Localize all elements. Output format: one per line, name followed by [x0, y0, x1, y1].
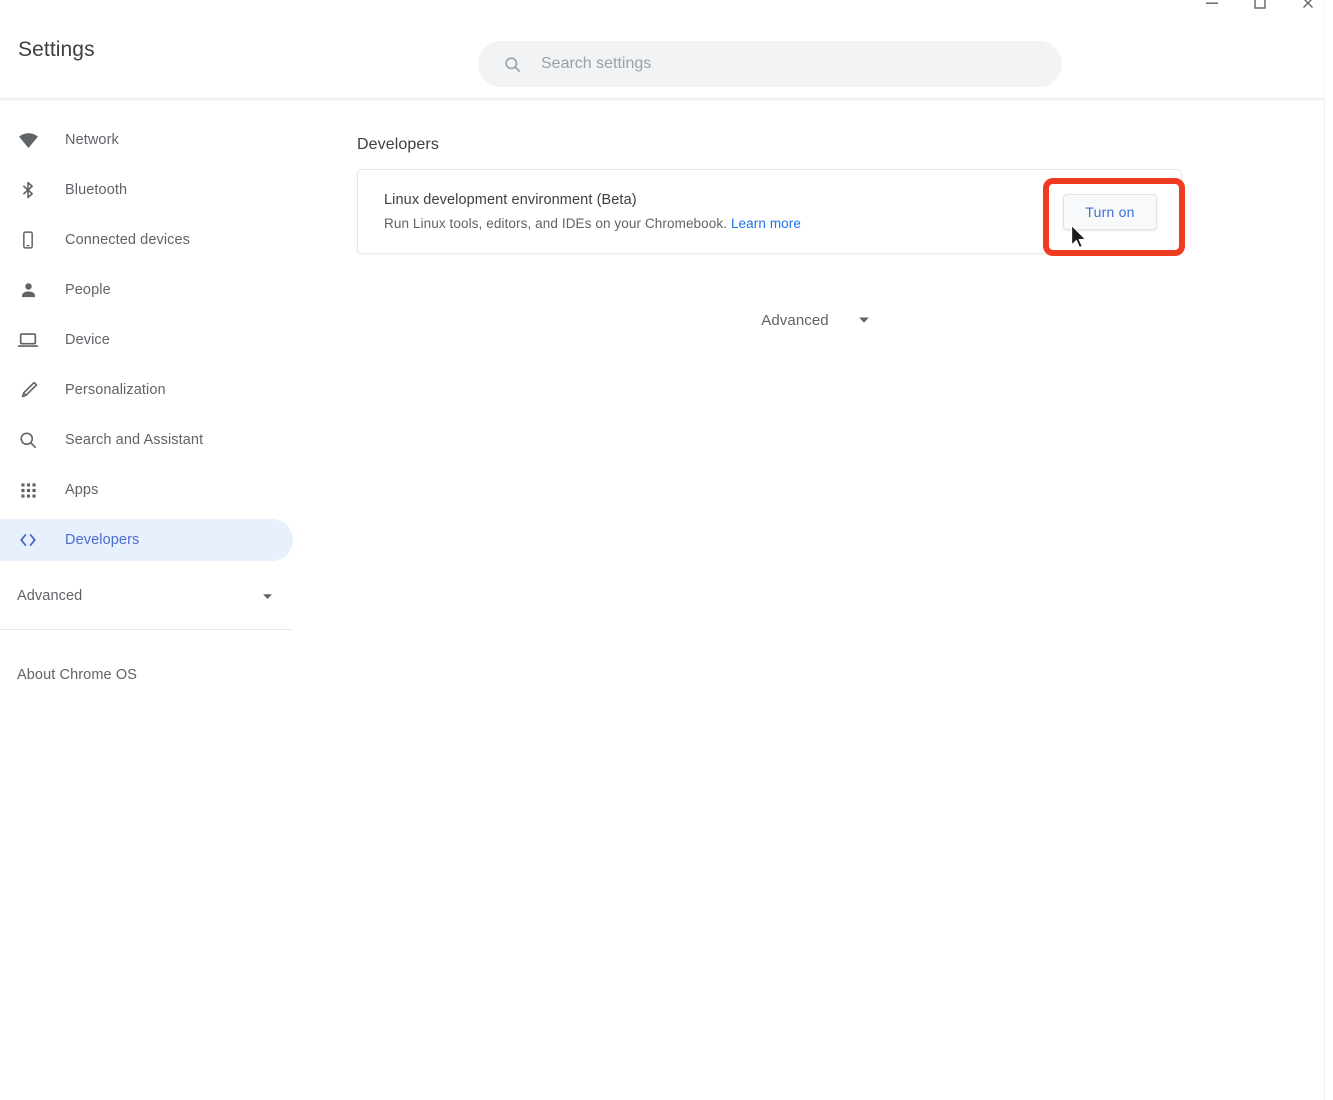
sidebar-about-label: About Chrome OS	[17, 667, 137, 683]
linux-development-card: Linux development environment (Beta) Run…	[357, 169, 1182, 254]
brush-icon	[17, 379, 39, 401]
linux-card-title: Linux development environment (Beta)	[384, 189, 1063, 211]
linux-card-text: Linux development environment (Beta) Run…	[384, 173, 1063, 251]
close-icon[interactable]	[1297, 0, 1319, 14]
sidebar-item-device[interactable]: Device	[0, 319, 293, 361]
sidebar-item-about-chrome-os[interactable]: About Chrome OS	[0, 654, 293, 696]
section-title: Developers	[357, 136, 439, 154]
sidebar-item-label: People	[65, 282, 111, 298]
search-icon	[502, 54, 522, 74]
grid-apps-icon	[17, 479, 39, 501]
search-box[interactable]	[478, 41, 1062, 87]
sidebar-item-personalization[interactable]: Personalization	[0, 369, 293, 411]
linux-card-description: Run Linux tools, editors, and IDEs on yo…	[384, 213, 1063, 235]
smartphone-icon	[17, 229, 39, 251]
bluetooth-icon	[17, 179, 39, 201]
sidebar-divider	[0, 629, 293, 630]
advanced-toggle-label: Advanced	[761, 312, 829, 329]
sidebar: Network Bluetooth Connected devices	[0, 99, 310, 1100]
chevron-down-icon	[855, 311, 873, 329]
sidebar-item-label: Developers	[65, 532, 139, 548]
window-controls	[1201, 0, 1319, 18]
sidebar-item-label: Personalization	[65, 382, 166, 398]
sidebar-item-label: Connected devices	[65, 232, 190, 248]
vertical-scrollbar[interactable]	[1324, 99, 1333, 1100]
sidebar-item-label: Apps	[65, 482, 98, 498]
minimize-icon[interactable]	[1201, 0, 1223, 14]
sidebar-item-search-and-assistant[interactable]: Search and Assistant	[0, 419, 293, 461]
search-input[interactable]	[541, 55, 1062, 73]
main-content: Developers Linux development environment…	[310, 99, 1324, 1100]
page-title: Settings	[18, 38, 95, 62]
advanced-section-toggle[interactable]: Advanced	[310, 311, 1324, 329]
sidebar-item-apps[interactable]: Apps	[0, 469, 293, 511]
sidebar-item-label: Search and Assistant	[65, 432, 203, 448]
sidebar-item-people[interactable]: People	[0, 269, 293, 311]
turn-on-button[interactable]: Turn on	[1063, 194, 1157, 230]
sidebar-advanced-label: Advanced	[17, 588, 82, 604]
sidebar-item-bluetooth[interactable]: Bluetooth	[0, 169, 293, 211]
sidebar-item-label: Bluetooth	[65, 182, 127, 198]
app-header: Settings	[0, 0, 1324, 99]
laptop-icon	[17, 329, 39, 351]
learn-more-link[interactable]: Learn more	[731, 216, 801, 231]
sidebar-advanced-toggle[interactable]: Advanced	[0, 573, 293, 619]
code-brackets-icon	[17, 529, 39, 551]
settings-window: Settings Network	[0, 0, 1333, 1100]
person-icon	[17, 279, 39, 301]
sidebar-item-label: Device	[65, 332, 110, 348]
sidebar-item-network[interactable]: Network	[0, 119, 293, 161]
chevron-down-icon	[258, 587, 276, 605]
wifi-icon	[17, 129, 39, 151]
sidebar-item-label: Network	[65, 132, 119, 148]
linux-card-description-text: Run Linux tools, editors, and IDEs on yo…	[384, 216, 727, 231]
maximize-icon[interactable]	[1249, 0, 1271, 14]
magnifier-icon	[17, 429, 39, 451]
sidebar-item-developers[interactable]: Developers	[0, 519, 293, 561]
sidebar-item-connected-devices[interactable]: Connected devices	[0, 219, 293, 261]
